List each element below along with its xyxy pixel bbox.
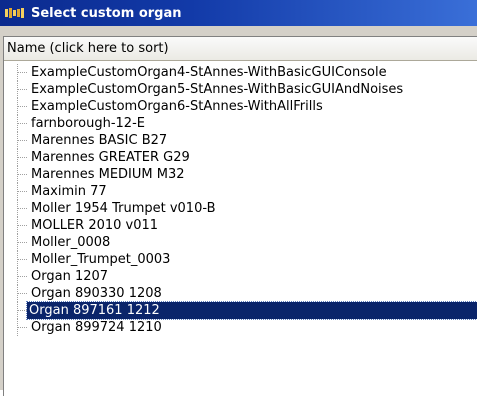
list-item-label: ExampleCustomOrgan4-StAnnes-WithBasicGUI… [31,65,387,80]
list-item-label: Organ 897161 1212 [29,303,160,318]
column-header-name[interactable]: Name (click here to sort) [4,37,477,61]
list-item[interactable]: Moller_Trumpet_0003 [4,251,477,268]
window-title: Select custom organ [31,5,182,21]
list-item-label: Organ 890330 1208 [31,286,162,301]
list-item[interactable]: Organ 899724 1210 [4,319,477,336]
list-item-selected[interactable]: Organ 897161 1212 [4,301,477,320]
list-item[interactable]: Organ 890330 1208 [4,285,477,302]
list-item-label: Marennes GREATER G29 [31,150,190,165]
list-item-label: Organ 1207 [31,269,109,284]
list-item[interactable]: Moller_0008 [4,234,477,251]
list-item-label: MOLLER 2010 v011 [31,218,159,233]
title-bar: Select custom organ [0,0,477,26]
list-item-highlight: farnborough-12-E [29,116,147,131]
tree-branch-line [18,106,27,107]
list-item-label: Moller 1954 Trumpet v010-B [31,201,216,216]
list-item[interactable]: MOLLER 2010 v011 [4,217,477,234]
tree-branch-line [18,242,27,243]
list-item-highlight: Organ 890330 1208 [29,286,164,301]
list-item-highlight: MOLLER 2010 v011 [29,218,160,233]
list-item[interactable]: Marennes BASIC B27 [4,132,477,149]
list-item-label: Moller_0008 [31,235,111,250]
list-item-highlight: Organ 897161 1212 [26,301,477,320]
tree-branch-line [18,140,27,141]
list-item-label: ExampleCustomOrgan6-StAnnes-WithAllFrill… [31,99,323,114]
list-item[interactable]: Organ 1207 [4,268,477,285]
list-item-highlight: Organ 899724 1210 [29,320,164,335]
tree-branch-line [18,123,27,124]
tree-branch-line [18,276,27,277]
organ-list-rows: ExampleCustomOrgan4-StAnnes-WithBasicGUI… [4,61,477,336]
list-item-label: Marennes MEDIUM M32 [31,167,185,182]
tree-branch-line [18,327,27,328]
list-item-label: Maximin 77 [31,184,107,199]
list-item[interactable]: Marennes MEDIUM M32 [4,166,477,183]
list-item-highlight: Moller_0008 [29,235,112,250]
list-item[interactable]: Maximin 77 [4,183,477,200]
tree-branch-line [18,72,27,73]
tree-branch-line [18,208,27,209]
list-item-highlight: Maximin 77 [29,184,109,199]
tree-branch-line [18,259,27,260]
list-item-highlight: Moller_Trumpet_0003 [29,252,172,267]
tree-branch-line [18,89,27,90]
list-item[interactable]: ExampleCustomOrgan4-StAnnes-WithBasicGUI… [4,64,477,81]
organ-icon [5,7,27,19]
tree-branch-line [18,174,27,175]
list-item-highlight: ExampleCustomOrgan6-StAnnes-WithAllFrill… [29,99,325,114]
tree-branch-line [18,310,27,311]
list-item-label: Moller_Trumpet_0003 [31,252,171,267]
list-item-label: ExampleCustomOrgan5-StAnnes-WithBasicGUI… [31,82,404,97]
list-item-highlight: ExampleCustomOrgan5-StAnnes-WithBasicGUI… [29,82,405,97]
list-item[interactable]: Marennes GREATER G29 [4,149,477,166]
list-item-highlight: Marennes MEDIUM M32 [29,167,187,182]
list-item-highlight: Organ 1207 [29,269,110,284]
list-item-highlight: Marennes GREATER G29 [29,150,192,165]
dialog-body: Name (click here to sort) ExampleCustomO… [0,26,477,396]
tree-branch-line [18,157,27,158]
list-item-highlight: Marennes BASIC B27 [29,133,169,148]
list-item[interactable]: ExampleCustomOrgan6-StAnnes-WithAllFrill… [4,98,477,115]
tree-branch-line [18,293,27,294]
organ-list[interactable]: Name (click here to sort) ExampleCustomO… [3,36,477,396]
list-item-label: Organ 899724 1210 [31,320,162,335]
list-item[interactable]: ExampleCustomOrgan5-StAnnes-WithBasicGUI… [4,81,477,98]
list-item-highlight: ExampleCustomOrgan4-StAnnes-WithBasicGUI… [29,65,389,80]
list-item[interactable]: Moller 1954 Trumpet v010-B [4,200,477,217]
tree-branch-line [18,191,27,192]
tree-branch-line [18,225,27,226]
list-item-label: farnborough-12-E [31,116,145,131]
list-item-highlight: Moller 1954 Trumpet v010-B [29,201,218,216]
list-item[interactable]: farnborough-12-E [4,115,477,132]
list-item-label: Marennes BASIC B27 [31,133,168,148]
